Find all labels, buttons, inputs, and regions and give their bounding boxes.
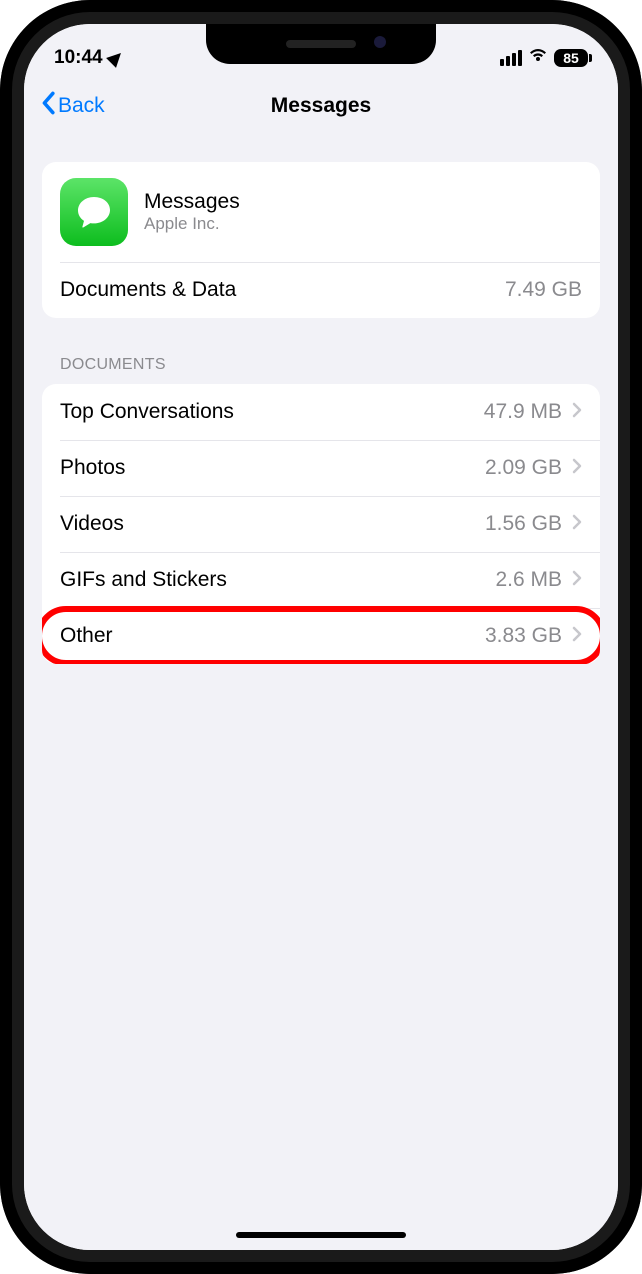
status-time: 10:44	[54, 47, 103, 69]
battery-level: 85	[563, 50, 579, 66]
row-videos[interactable]: Videos 1.56 GB	[42, 496, 600, 552]
content: Messages Apple Inc. Documents & Data 7.4…	[24, 162, 618, 664]
row-value: 2.6 MB	[495, 568, 562, 592]
battery-icon: 85	[554, 49, 588, 67]
row-label: Documents & Data	[60, 278, 236, 302]
location-icon	[106, 48, 126, 68]
chevron-left-icon	[40, 91, 56, 121]
screen: 10:44 85 Back Me	[24, 24, 618, 1250]
chevron-right-icon	[572, 570, 582, 591]
row-label: GIFs and Stickers	[60, 568, 227, 592]
notch	[206, 24, 436, 64]
status-left: 10:44	[54, 47, 123, 69]
back-label: Back	[58, 94, 105, 118]
row-label: Photos	[60, 456, 125, 480]
documents-header: DOCUMENTS	[60, 356, 166, 373]
phone-frame: 10:44 85 Back Me	[0, 0, 642, 1274]
side-button-mute	[0, 200, 2, 240]
app-section: Messages Apple Inc. Documents & Data 7.4…	[42, 162, 600, 318]
row-right: 2.6 MB	[495, 568, 582, 592]
chevron-right-icon	[572, 514, 582, 535]
row-label: Other	[60, 624, 113, 648]
row-gifs-stickers[interactable]: GIFs and Stickers 2.6 MB	[42, 552, 600, 608]
app-name: Messages	[144, 190, 240, 214]
row-value: 1.56 GB	[485, 512, 562, 536]
nav-bar: Back Messages	[24, 78, 618, 134]
row-value: 7.49 GB	[505, 278, 582, 302]
chevron-right-icon	[572, 626, 582, 647]
row-right: 1.56 GB	[485, 512, 582, 536]
chevron-right-icon	[572, 458, 582, 479]
back-button[interactable]: Back	[40, 91, 105, 121]
cellular-icon	[500, 50, 522, 66]
messages-app-icon	[60, 178, 128, 246]
row-top-conversations[interactable]: Top Conversations 47.9 MB	[42, 384, 600, 440]
row-label: Top Conversations	[60, 400, 234, 424]
row-right: 47.9 MB	[484, 400, 582, 424]
app-info-row: Messages Apple Inc.	[42, 162, 600, 262]
row-photos[interactable]: Photos 2.09 GB	[42, 440, 600, 496]
row-label: Videos	[60, 512, 124, 536]
row-other[interactable]: Other 3.83 GB	[42, 608, 600, 664]
row-right: 3.83 GB	[485, 624, 582, 648]
row-value: 47.9 MB	[484, 400, 562, 424]
status-right: 85	[500, 47, 588, 69]
documents-section: Top Conversations 47.9 MB Photos 2.09 GB…	[42, 384, 600, 664]
row-right: 2.09 GB	[485, 456, 582, 480]
app-text: Messages Apple Inc.	[144, 190, 240, 234]
app-vendor: Apple Inc.	[144, 214, 240, 234]
row-value: 2.09 GB	[485, 456, 562, 480]
home-indicator[interactable]	[236, 1232, 406, 1238]
chevron-right-icon	[572, 402, 582, 423]
side-button-vol-down	[0, 370, 2, 450]
row-value: 3.83 GB	[485, 624, 562, 648]
documents-data-row: Documents & Data 7.49 GB	[42, 262, 600, 318]
wifi-icon	[528, 47, 548, 69]
side-button-vol-up	[0, 270, 2, 350]
page-title: Messages	[271, 94, 371, 118]
